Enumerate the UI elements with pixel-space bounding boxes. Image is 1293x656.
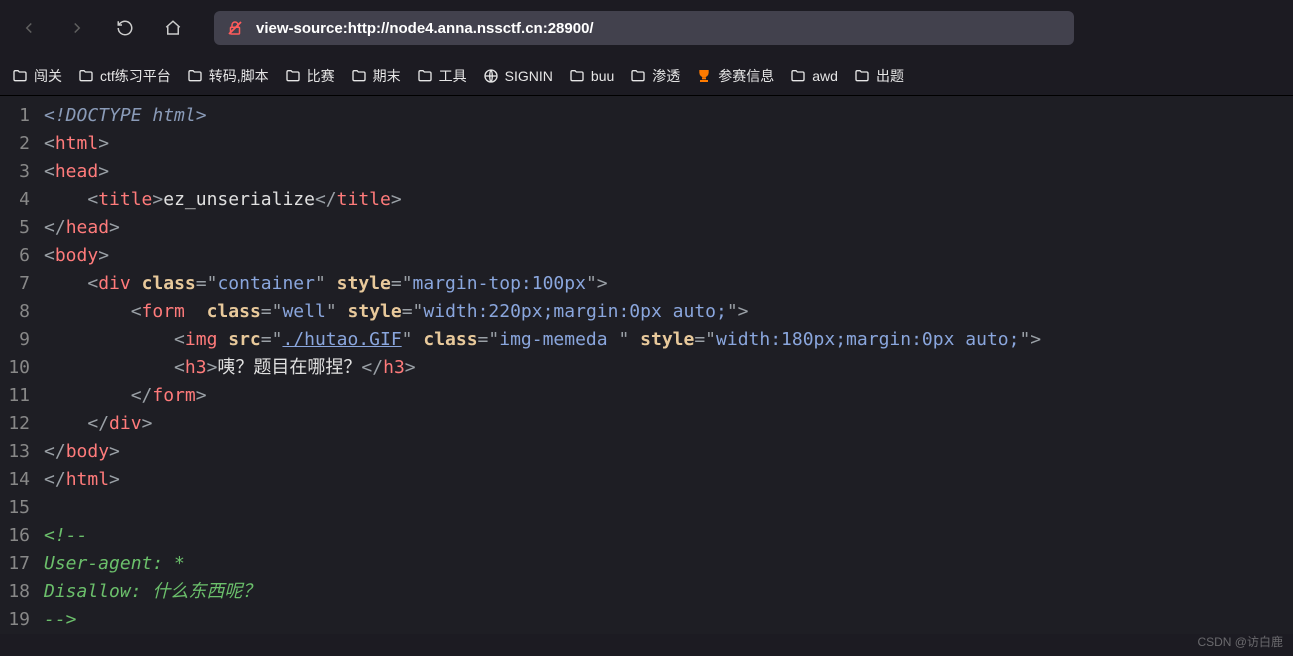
source-line: 14</html> — [0, 466, 1293, 494]
source-line: 12 </div> — [0, 410, 1293, 438]
source-line: 8 <form class="well" style="width:220px;… — [0, 298, 1293, 326]
bookmarks-bar: 闯关 ctf练习平台 转码,脚本 比赛 期末 工具 SIGNIN buu 渗透 … — [0, 56, 1293, 96]
forward-button[interactable] — [62, 13, 92, 43]
bookmark-item[interactable]: 转码,脚本 — [187, 66, 269, 86]
bookmark-item[interactable]: ctf练习平台 — [78, 66, 171, 86]
reload-button[interactable] — [110, 13, 140, 43]
source-line: 6<body> — [0, 242, 1293, 270]
source-line: 16<!-- — [0, 522, 1293, 550]
source-line: 13</body> — [0, 438, 1293, 466]
bookmark-item[interactable]: 闯关 — [12, 66, 62, 86]
bookmark-item[interactable]: 参赛信息 — [696, 66, 774, 86]
src-link[interactable]: ./hutao.GIF — [282, 329, 401, 350]
bookmark-item[interactable]: 期末 — [351, 66, 401, 86]
source-line: 18Disallow: 什么东西呢？ — [0, 578, 1293, 606]
source-line: 9 <img src="./hutao.GIF" class="img-meme… — [0, 326, 1293, 354]
source-line: 2<html> — [0, 130, 1293, 158]
source-line: 15 — [0, 494, 1293, 522]
source-viewer: 1<!DOCTYPE html> 2<html> 3<head> 4 <titl… — [0, 96, 1293, 634]
home-button[interactable] — [158, 13, 188, 43]
source-line: 7 <div class="container" style="margin-t… — [0, 270, 1293, 298]
url-text: view-source:http://node4.anna.nssctf.cn:… — [256, 20, 594, 37]
source-line: 4 <title>ez_unserialize</title> — [0, 186, 1293, 214]
watermark: CSDN @访白鹿 — [1197, 633, 1283, 650]
address-bar[interactable]: view-source:http://node4.anna.nssctf.cn:… — [214, 11, 1074, 45]
bookmark-item[interactable]: buu — [569, 68, 614, 84]
insecure-lock-icon — [226, 19, 244, 37]
bookmark-item[interactable]: awd — [790, 68, 838, 84]
bookmark-item[interactable]: 出题 — [854, 66, 904, 86]
browser-toolbar: view-source:http://node4.anna.nssctf.cn:… — [0, 0, 1293, 56]
source-line: 17User-agent: * — [0, 550, 1293, 578]
source-line: 5</head> — [0, 214, 1293, 242]
source-line: 19--> — [0, 606, 1293, 634]
bookmark-item[interactable]: SIGNIN — [483, 68, 553, 84]
source-line: 3<head> — [0, 158, 1293, 186]
bookmark-item[interactable]: 工具 — [417, 66, 467, 86]
back-button[interactable] — [14, 13, 44, 43]
bookmark-item[interactable]: 比赛 — [285, 66, 335, 86]
source-line: 10 <h3>咦？题目在哪捏？</h3> — [0, 354, 1293, 382]
bookmark-item[interactable]: 渗透 — [630, 66, 680, 86]
source-line: 1<!DOCTYPE html> — [0, 102, 1293, 130]
source-line: 11 </form> — [0, 382, 1293, 410]
